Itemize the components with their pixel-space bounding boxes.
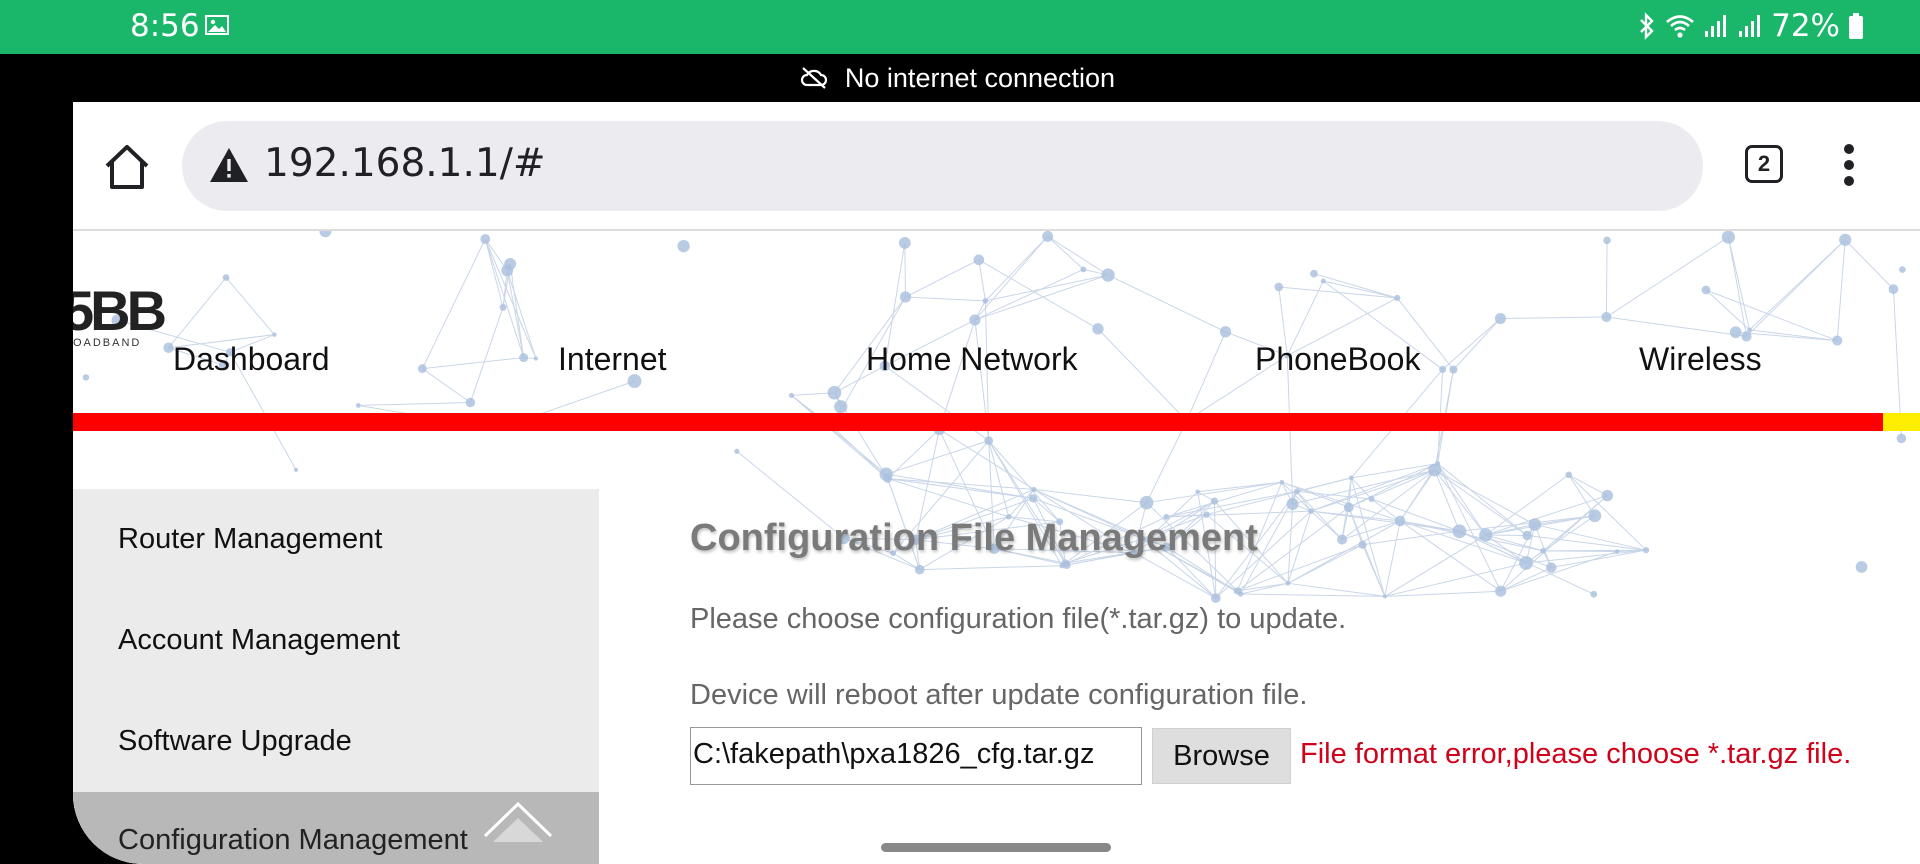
bluetooth-icon [1640, 12, 1654, 40]
sidebar: Router Management Account Management Sof… [73, 489, 599, 864]
status-bar: 8:56 72% [0, 0, 1920, 54]
nav-phonebook[interactable]: PhoneBook [1255, 341, 1420, 378]
home-icon[interactable] [101, 142, 153, 192]
nav-internet[interactable]: Internet [558, 341, 667, 378]
browser-window: 192.168.1.1/# 2 5BB ROADBAND Dashboard I… [73, 102, 1920, 864]
selected-arrow-icon [483, 801, 553, 842]
signal-icon [1705, 15, 1727, 37]
offline-banner: No internet connection [0, 54, 1920, 102]
status-time: 8:56 [130, 8, 200, 44]
url-text[interactable]: 192.168.1.1/# [264, 141, 546, 186]
browser-toolbar: 192.168.1.1/# 2 [73, 102, 1920, 231]
image-icon [205, 15, 229, 35]
status-icons: 72% [1637, 8, 1864, 44]
cloud-off-icon [800, 67, 827, 89]
gesture-bar[interactable] [881, 843, 1111, 852]
page-title: Configuration File Management [690, 517, 1258, 559]
signal-icon [1739, 15, 1761, 37]
file-path-field[interactable]: C:\fakepath\pxa1826_cfg.tar.gz [690, 727, 1142, 785]
sidebar-item-router-management[interactable]: Router Management [118, 523, 382, 556]
logo[interactable]: 5BB ROADBAND [73, 283, 167, 350]
nav-home-network[interactable]: Home Network [866, 341, 1078, 378]
address-bar[interactable]: 192.168.1.1/# [182, 121, 1703, 211]
nav-wireless[interactable]: Wireless [1639, 341, 1762, 378]
wifi-icon [1666, 15, 1694, 38]
instruction-text: Please choose configuration file(*.tar.g… [690, 603, 1347, 635]
nav-dashboard[interactable]: Dashboard [173, 341, 330, 378]
error-message: File format error,please choose *.tar.gz… [1300, 738, 1852, 770]
sidebar-item-label: Configuration Management [118, 824, 468, 856]
sidebar-item-software-upgrade[interactable]: Software Upgrade [118, 725, 352, 758]
reboot-notice: Device will reboot after update configur… [690, 679, 1308, 711]
offline-text: No internet connection [844, 62, 1116, 93]
browse-button[interactable]: Browse [1152, 728, 1291, 784]
more-options-icon[interactable] [1843, 144, 1855, 186]
warning-icon[interactable] [209, 146, 249, 184]
nav-underline-yellow [1883, 413, 1920, 431]
sidebar-item-configuration-management[interactable]: Configuration Management [73, 792, 599, 864]
battery-percent: 72% [1771, 8, 1840, 44]
sidebar-item-account-management[interactable]: Account Management [118, 624, 400, 657]
battery-icon [1849, 13, 1863, 39]
router-page: 5BB ROADBAND Dashboard Internet Home Net… [73, 231, 1920, 864]
top-nav: Dashboard Internet Home Network PhoneBoo… [73, 341, 1920, 389]
tab-switcher-button[interactable]: 2 [1745, 145, 1783, 183]
nav-underline-red [73, 413, 1883, 431]
